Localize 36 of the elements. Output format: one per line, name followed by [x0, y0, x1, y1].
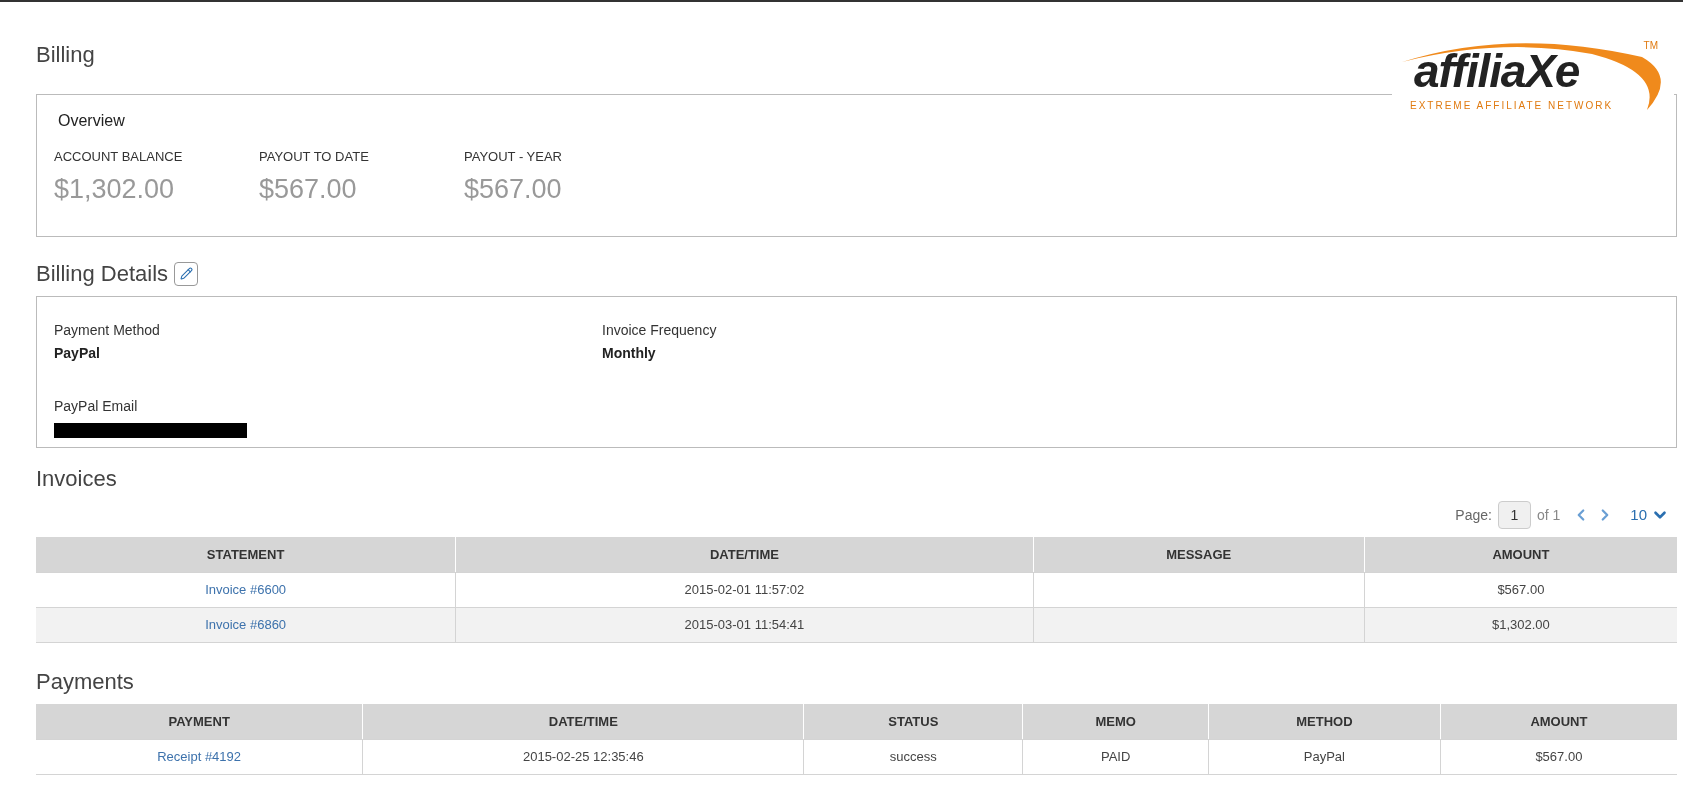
field-label: PayPal Email	[54, 396, 138, 416]
stat-label: ACCOUNT BALANCE	[54, 148, 183, 166]
section-title: Payments	[36, 668, 134, 696]
edit-button[interactable]	[174, 261, 199, 286]
stat-label: PAYOUT - YEAR	[464, 148, 562, 166]
field-label: Invoice Frequency	[602, 321, 717, 340]
table-cell-text: $567.00	[1535, 748, 1583, 767]
column-header: STATEMENT	[205, 545, 286, 564]
table-cell-text: $567.00	[1497, 581, 1545, 600]
table-cell-text: PayPal	[1303, 748, 1345, 767]
stat-label: PAYOUT TO DATE	[259, 148, 369, 166]
field-value: PayPal	[54, 344, 100, 363]
stat-value: $1,302.00	[54, 172, 175, 206]
stat-value: $567.00	[259, 172, 357, 206]
section-title: Invoices	[36, 465, 117, 493]
page-count: of 1	[1536, 505, 1561, 525]
page-input[interactable]: 1	[1497, 501, 1531, 529]
receipt-link[interactable]: Receipt #4192	[157, 747, 242, 767]
table-cell-text: $1,302.00	[1491, 616, 1550, 635]
pager-label: Page:	[1455, 505, 1492, 525]
table-cell-text: 2015-02-01 11:57:02	[684, 581, 805, 600]
table-cell-text: PAID	[1100, 748, 1131, 767]
stat-value: $567.00	[464, 172, 562, 206]
per-page-dropdown[interactable]: 10	[1630, 503, 1669, 527]
invoice-link[interactable]: Invoice #6600	[205, 580, 287, 600]
table-cell-text: 2015-03-01 11:54:41	[684, 616, 805, 635]
field-value: Monthly	[602, 344, 656, 363]
invoice-link[interactable]: Invoice #6860	[205, 615, 287, 635]
panel-title: Overview	[58, 111, 125, 131]
section-title: Billing Details	[36, 260, 169, 288]
field-label: Payment Method	[54, 321, 160, 340]
column-header: PAYMENT	[167, 712, 231, 731]
table-cell-text: success	[889, 748, 937, 767]
pencil-icon	[179, 267, 193, 280]
table-cell-text: 2015-02-25 12:35:46	[522, 748, 644, 767]
page-title: Billing	[36, 44, 95, 66]
